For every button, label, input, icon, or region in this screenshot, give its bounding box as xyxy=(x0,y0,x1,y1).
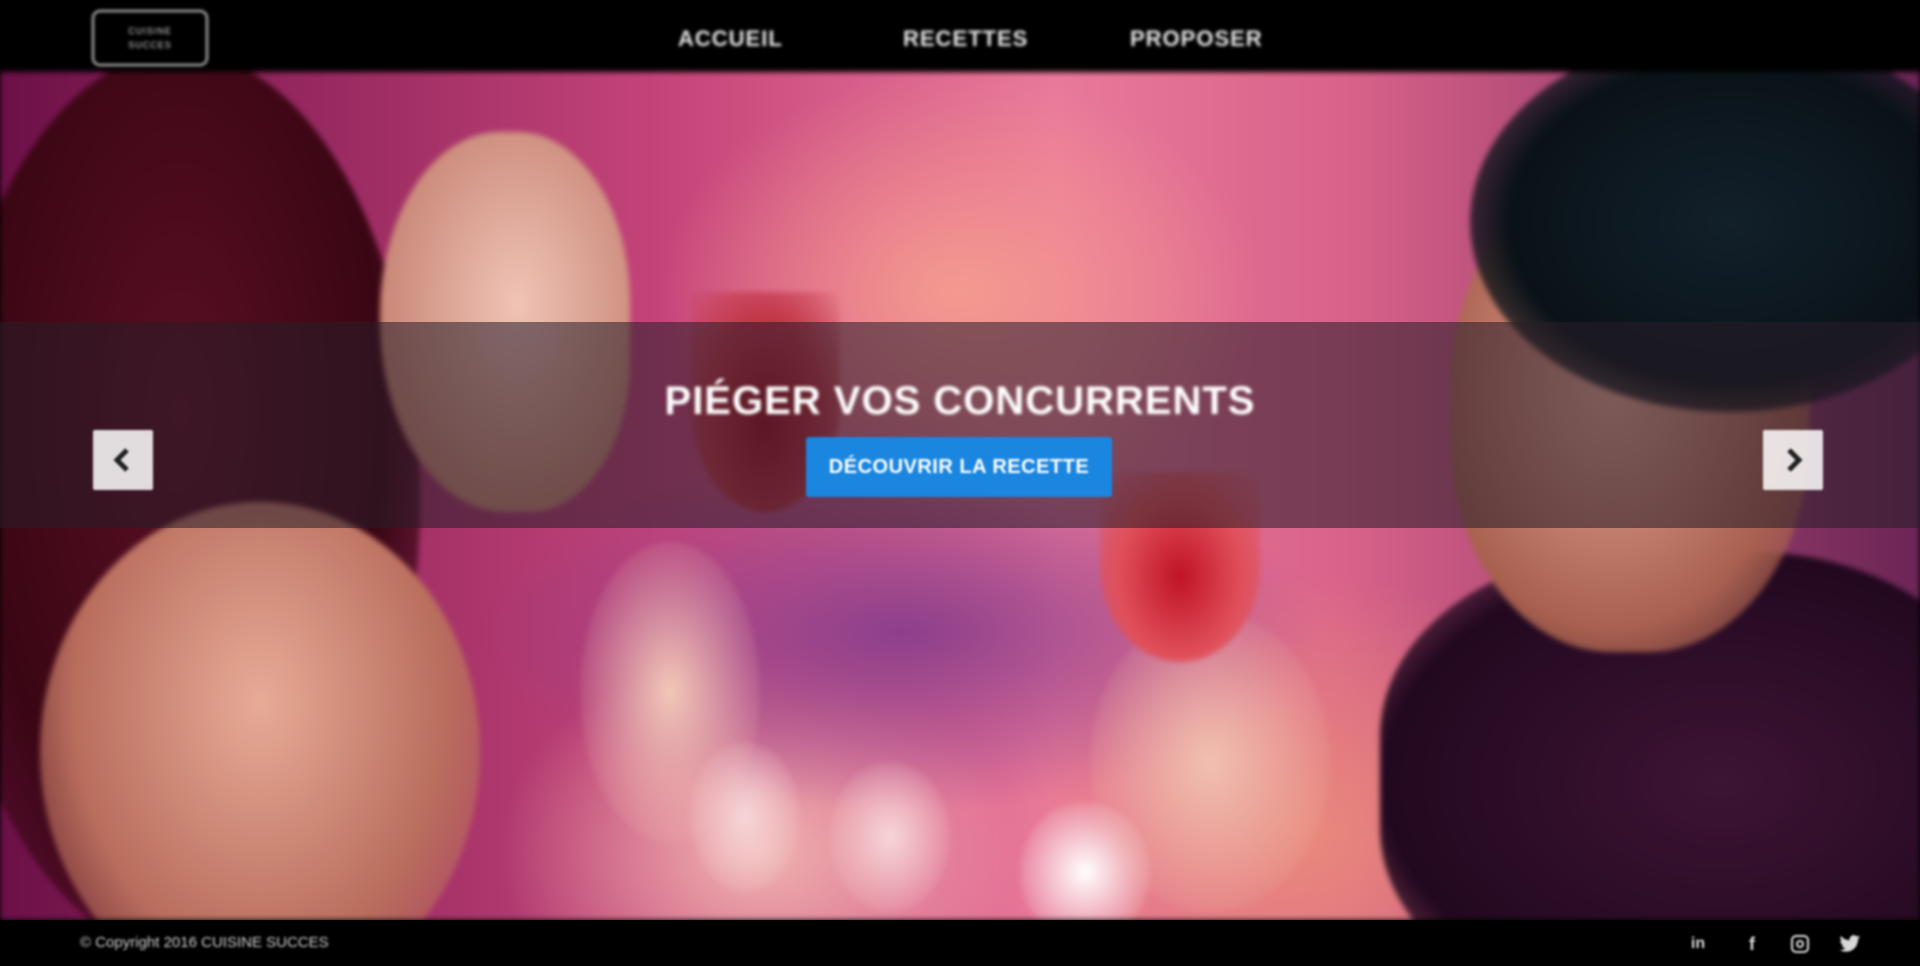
site-footer: © Copyright 2016 CUISINE SUCCES in f xyxy=(0,920,1920,966)
man-hand xyxy=(1090,612,1330,912)
discover-recipe-button[interactable]: DÉCOUVRIR LA RECETTE xyxy=(806,437,1112,497)
facebook-icon[interactable]: f xyxy=(1738,930,1766,958)
nav-link-proposer[interactable]: PROPOSER xyxy=(1130,26,1263,52)
background-glass-1 xyxy=(690,742,800,892)
caption-overlay xyxy=(0,322,1920,528)
nav-link-recettes[interactable]: RECETTES xyxy=(903,26,1028,52)
chevron-right-icon xyxy=(1787,448,1803,472)
chevron-left-icon xyxy=(113,448,129,472)
linkedin-icon[interactable]: in xyxy=(1684,930,1712,958)
nav-link-accueil[interactable]: ACCUEIL xyxy=(678,26,783,52)
carousel-prev-button[interactable] xyxy=(93,430,153,490)
copyright-text: © Copyright 2016 CUISINE SUCCES xyxy=(80,934,329,951)
carousel-next-button[interactable] xyxy=(1763,430,1823,490)
instagram-glyph xyxy=(1791,935,1809,953)
background-glass-2 xyxy=(830,762,950,912)
slide-title: PIÉGER VOS CONCURRENTS xyxy=(664,378,1256,423)
instagram-icon[interactable] xyxy=(1786,930,1814,958)
top-navbar: CUISINE SUCCES ACCUEIL RECETTES PROPOSER xyxy=(0,0,1920,72)
main-nav: ACCUEIL RECETTES PROPOSER xyxy=(0,18,1920,58)
twitter-glyph xyxy=(1839,935,1861,952)
twitter-icon[interactable] xyxy=(1836,930,1864,958)
